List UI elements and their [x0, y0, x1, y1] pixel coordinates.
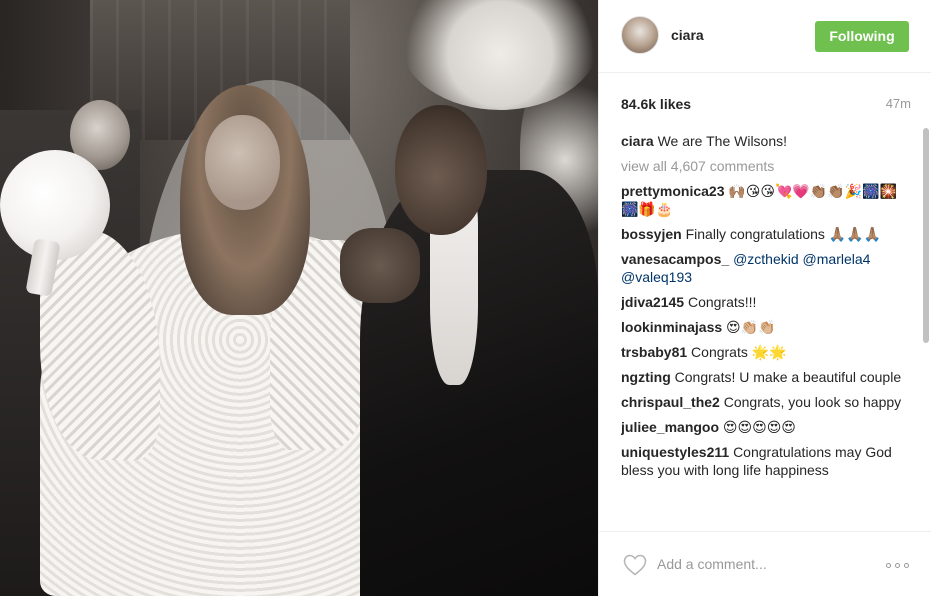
scrollbar-thumb[interactable] — [923, 128, 929, 343]
view-all-comments-link[interactable]: view all 4,607 comments — [621, 157, 911, 175]
comment-username[interactable]: trsbaby81 — [621, 344, 687, 360]
dot — [904, 563, 909, 568]
instagram-post: ciara Following 84.6k likes 47m ciara We… — [0, 0, 931, 596]
post-header: ciara Following — [599, 0, 931, 73]
heart-outline-icon[interactable] — [623, 554, 647, 576]
comment-username[interactable]: lookinminajass — [621, 319, 722, 335]
comment-item: bossyjen Finally congratulations 🙏🏽🙏🏽🙏🏽 — [621, 225, 911, 243]
comment-text: Finally congratulations 🙏🏽🙏🏽🙏🏽 — [685, 226, 882, 242]
comment-item: juliee_mangoo 😍😍😍😍😍 — [621, 418, 911, 436]
more-options-icon[interactable] — [886, 563, 912, 569]
comment-username[interactable]: prettymonica23 — [621, 183, 724, 199]
comments-scrollbar[interactable] — [923, 128, 931, 531]
post-timestamp[interactable]: 47m — [886, 96, 911, 111]
post-sidebar: ciara Following 84.6k likes 47m ciara We… — [598, 0, 931, 596]
post-footer: Add a comment... — [599, 531, 931, 596]
groom-head — [395, 105, 487, 235]
author-username[interactable]: ciara — [671, 27, 704, 43]
avatar[interactable] — [621, 16, 659, 54]
comment-item: trsbaby81 Congrats 🌟🌟 — [621, 343, 911, 361]
comment-username[interactable]: vanesacampos_ — [621, 251, 729, 267]
comment-item: vanesacampos_ @zcthekid @marlela4 @valeq… — [621, 250, 911, 286]
likes-row: 84.6k likes 47m — [621, 96, 911, 116]
comment-item: prettymonica23 🙌🏽😘😘💘💗👏🏽👏🏽🎉🎆🎇🎆🎁🎂 — [621, 182, 911, 218]
comment-username[interactable]: ngzting — [621, 369, 671, 385]
comment-text: Congrats, you look so happy — [723, 394, 902, 410]
comments-list[interactable]: ciara We are The Wilsons! view all 4,607… — [621, 132, 911, 530]
comment-item: ngzting Congrats! U make a beautiful cou… — [621, 368, 911, 386]
caption-username[interactable]: ciara — [621, 133, 654, 149]
comment-text: Congrats 🌟🌟 — [691, 344, 787, 360]
comment-mention[interactable]: @marlela4 — [803, 251, 871, 267]
comment-username[interactable]: juliee_mangoo — [621, 419, 719, 435]
following-button[interactable]: Following — [815, 21, 909, 52]
comment-username[interactable]: chrispaul_the2 — [621, 394, 720, 410]
comment-item: uniquestyles211 Congratulations may God … — [621, 443, 911, 479]
caption: ciara We are The Wilsons! — [621, 132, 911, 150]
comment-item: jdiva2145 Congrats!!! — [621, 293, 911, 311]
comment-text: 😍😍😍😍😍 — [722, 419, 796, 435]
comment-mention[interactable]: @valeq193 — [621, 269, 692, 285]
comment-mention[interactable]: @zcthekid — [733, 251, 799, 267]
comment-text: 😍👏🏼👏🏼 — [726, 319, 776, 335]
joined-hands — [340, 228, 420, 303]
comment-username[interactable]: uniquestyles211 — [621, 444, 729, 460]
comment-username[interactable]: jdiva2145 — [621, 294, 684, 310]
add-comment-input[interactable]: Add a comment... — [657, 556, 767, 572]
comment-item: chrispaul_the2 Congrats, you look so hap… — [621, 393, 911, 411]
dot — [895, 563, 900, 568]
comment-text: Congrats!!! — [687, 294, 757, 310]
likes-count[interactable]: 84.6k likes — [621, 96, 691, 112]
comment-item: lookinminajass 😍👏🏼👏🏼 — [621, 318, 911, 336]
comment-text: Congrats! U make a beautiful couple — [674, 369, 902, 385]
bride-face — [205, 115, 280, 210]
caption-text: We are The Wilsons! — [657, 133, 788, 149]
dot — [886, 563, 891, 568]
post-photo[interactable] — [0, 0, 598, 596]
comment-username[interactable]: bossyjen — [621, 226, 682, 242]
